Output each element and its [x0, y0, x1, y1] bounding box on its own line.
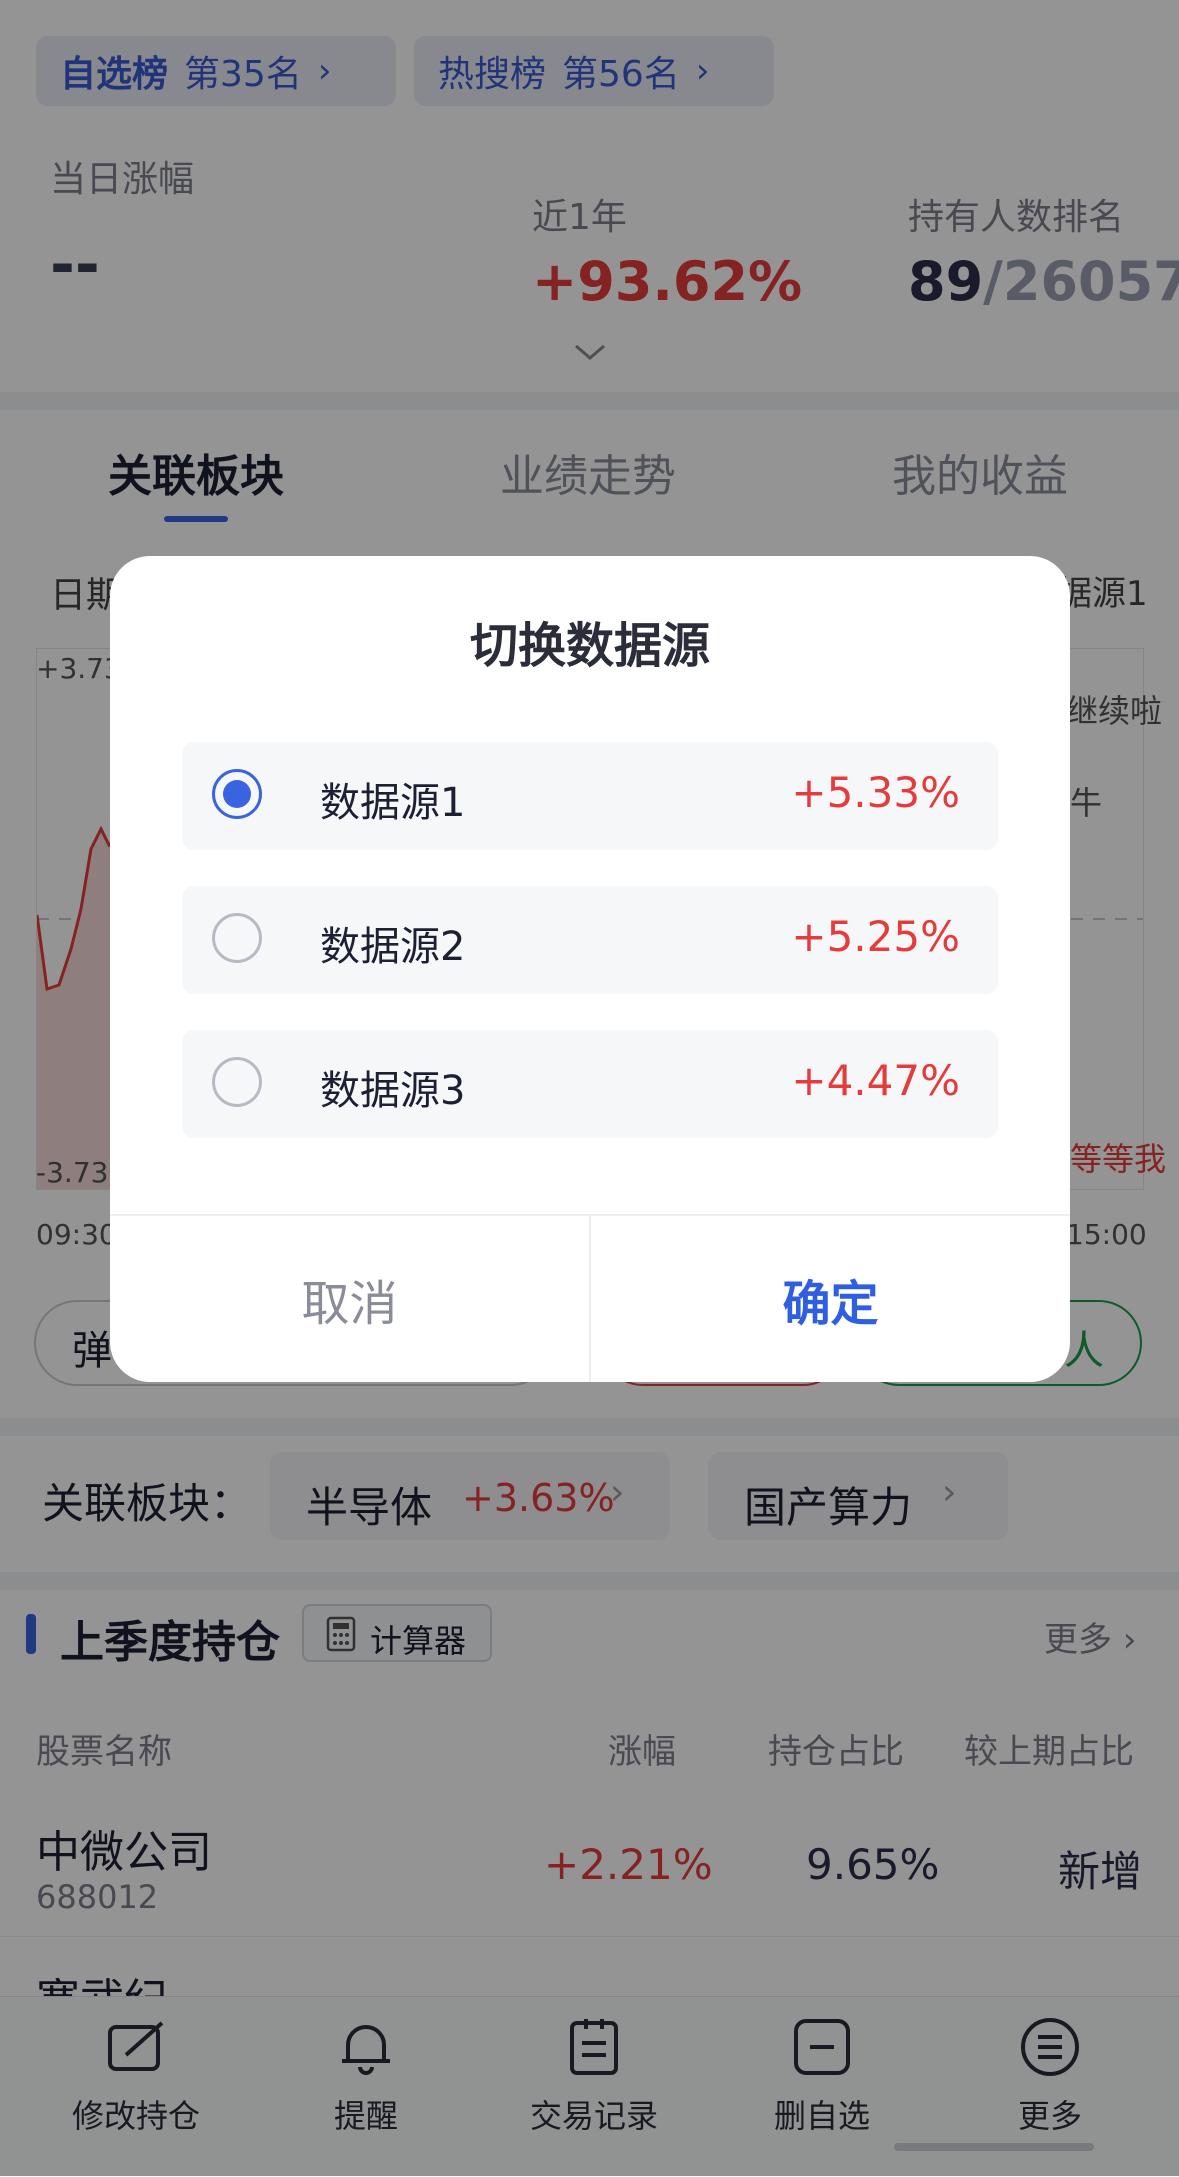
data-source-option-3[interactable]: 数据源3 +4.47%	[182, 1030, 998, 1138]
cancel-button[interactable]: 取消	[110, 1216, 589, 1382]
dialog-title: 切换数据源	[469, 618, 710, 674]
option-name: 数据源2	[320, 924, 466, 970]
radio-unselected-icon[interactable]	[212, 913, 262, 963]
data-source-option-2[interactable]: 数据源2 +5.25%	[182, 886, 998, 994]
option-change: +5.25%	[791, 912, 960, 961]
option-change: +4.47%	[791, 1056, 960, 1105]
option-name: 数据源3	[320, 1068, 466, 1114]
data-source-option-1[interactable]: 数据源1 +5.33%	[182, 742, 998, 850]
radio-unselected-icon[interactable]	[212, 1057, 262, 1107]
radio-selected-icon[interactable]	[212, 769, 262, 819]
confirm-button[interactable]: 确定	[591, 1216, 1070, 1382]
option-name: 数据源1	[320, 780, 466, 826]
option-change: +5.33%	[791, 768, 960, 817]
switch-data-source-dialog: 切换数据源 数据源1 +5.33% 数据源2 +5.25% 数据源3 +4.47…	[110, 556, 1070, 1382]
